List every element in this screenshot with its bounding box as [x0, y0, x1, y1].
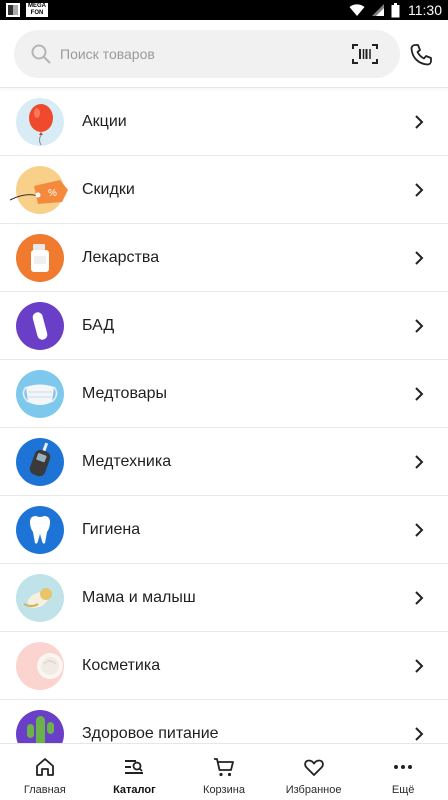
more-dots-icon	[394, 765, 413, 769]
catalog-item-label: Медтехника	[82, 452, 172, 470]
tooth-icon	[16, 506, 64, 554]
chevron-right-icon	[415, 591, 424, 605]
cactus-icon	[16, 710, 64, 743]
wifi-icon	[349, 4, 365, 16]
search-icon	[31, 44, 51, 64]
search-input[interactable]: Поиск товаров	[60, 46, 350, 62]
glucometer-icon	[16, 438, 64, 486]
face-mask-icon	[16, 370, 64, 418]
nav-favorites[interactable]: Избранное	[269, 744, 359, 800]
discount-tag-icon: %	[9, 166, 68, 214]
catalog-item-supplements[interactable]: БАД	[0, 292, 448, 360]
catalog-item-promotions[interactable]: Акции	[0, 88, 448, 156]
chevron-right-icon	[415, 727, 424, 741]
catalog-item-hygiene[interactable]: Гигиена	[0, 496, 448, 564]
catalog-item-label: Здоровое питание	[82, 724, 219, 742]
catalog-item-label: БАД	[82, 316, 115, 334]
nav-more[interactable]: Ещё	[358, 744, 448, 800]
search-bar[interactable]: Поиск товаров	[14, 30, 400, 78]
catalog-item-label: Акции	[82, 112, 127, 130]
capsule-icon	[16, 302, 64, 350]
catalog-item-label: Медтовары	[82, 384, 168, 402]
nav-label: Избранное	[285, 784, 342, 796]
catalog-item-label: Гигиена	[82, 520, 141, 538]
battery-icon	[391, 2, 400, 17]
signal-icon	[372, 4, 384, 16]
nav-catalog[interactable]: Каталог	[90, 744, 180, 800]
catalog-item-medicines[interactable]: Лекарства	[0, 224, 448, 292]
notification-icon	[6, 3, 20, 17]
catalog-item-mother-and-baby[interactable]: Мама и малыш	[0, 564, 448, 632]
catalog-item-medical-goods[interactable]: Медтовары	[0, 360, 448, 428]
balloon-icon	[16, 98, 64, 146]
chevron-right-icon	[415, 523, 424, 537]
home-icon	[35, 758, 54, 776]
catalog-item-discounts[interactable]: % Скидки	[0, 156, 448, 224]
status-left: MEGA FON	[6, 3, 48, 17]
nav-label: Главная	[23, 784, 66, 796]
chevron-right-icon	[415, 115, 424, 129]
chevron-right-icon	[415, 455, 424, 469]
svg-text:%: %	[48, 188, 57, 199]
pill-bottle-icon	[16, 234, 64, 282]
app-badge-icon: MEGA FON	[26, 3, 48, 17]
nav-label: Каталог	[113, 784, 156, 796]
catalog-list: Акции % Скидки Лекарства БАД Медтовары М…	[0, 88, 448, 743]
phone-icon	[410, 44, 432, 66]
catalog-item-label: Скидки	[82, 180, 135, 198]
chevron-right-icon	[415, 659, 424, 673]
cream-jar-icon	[16, 642, 64, 690]
bottom-navigation: Главная Каталог Корзина Избранное Ещё	[0, 743, 448, 800]
chevron-right-icon	[415, 319, 424, 333]
catalog-item-healthy-food[interactable]: Здоровое питание	[0, 700, 448, 743]
pacifier-icon	[16, 574, 64, 622]
catalog-item-label: Лекарства	[82, 248, 160, 266]
catalog-search-icon	[125, 760, 144, 774]
cart-icon	[213, 758, 234, 777]
barcode-scan-button[interactable]	[350, 42, 380, 66]
catalog-item-medical-devices[interactable]: Медтехника	[0, 428, 448, 496]
header: Поиск товаров	[0, 20, 448, 88]
chevron-right-icon	[415, 183, 424, 197]
heart-icon	[303, 759, 324, 776]
chevron-right-icon	[415, 387, 424, 401]
catalog-item-label: Мама и малыш	[82, 588, 196, 606]
nav-label: Корзина	[203, 784, 245, 796]
nav-label: Ещё	[391, 784, 415, 796]
status-bar: MEGA FON 11:30	[0, 0, 448, 20]
catalog-item-label: Косметика	[82, 656, 161, 674]
nav-cart[interactable]: Корзина	[179, 744, 269, 800]
chevron-right-icon	[415, 251, 424, 265]
status-right: 11:30	[349, 2, 442, 18]
nav-home[interactable]: Главная	[0, 744, 90, 800]
status-time: 11:30	[408, 2, 442, 18]
call-button[interactable]	[404, 38, 438, 72]
barcode-icon	[352, 44, 378, 64]
catalog-item-cosmetics[interactable]: Косметика	[0, 632, 448, 700]
